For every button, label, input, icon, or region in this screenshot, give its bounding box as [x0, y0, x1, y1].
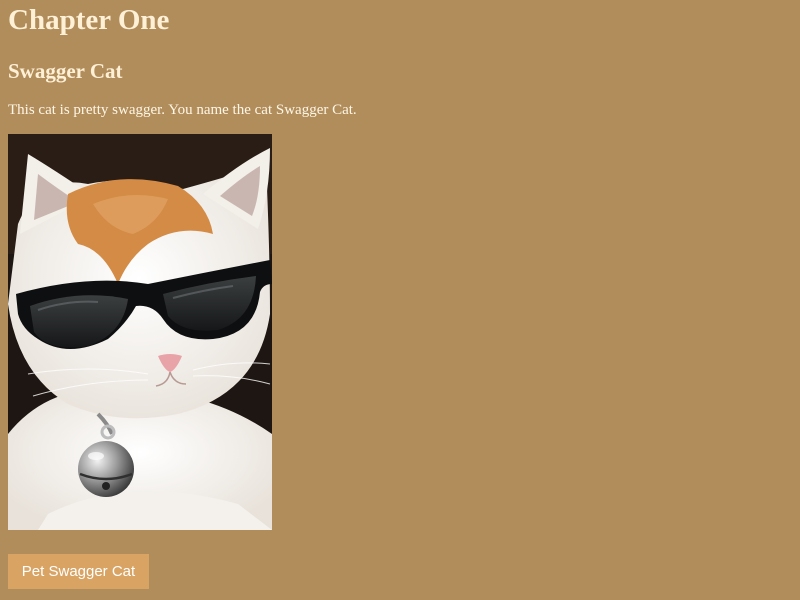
cat-with-sunglasses-photo — [8, 134, 272, 530]
chapter-title: Chapter One — [8, 4, 170, 36]
pet-swagger-cat-button[interactable]: Pet Swagger Cat — [8, 554, 149, 589]
story-description: This cat is pretty swagger. You name the… — [8, 102, 357, 118]
section-title: Swagger Cat — [8, 59, 123, 83]
